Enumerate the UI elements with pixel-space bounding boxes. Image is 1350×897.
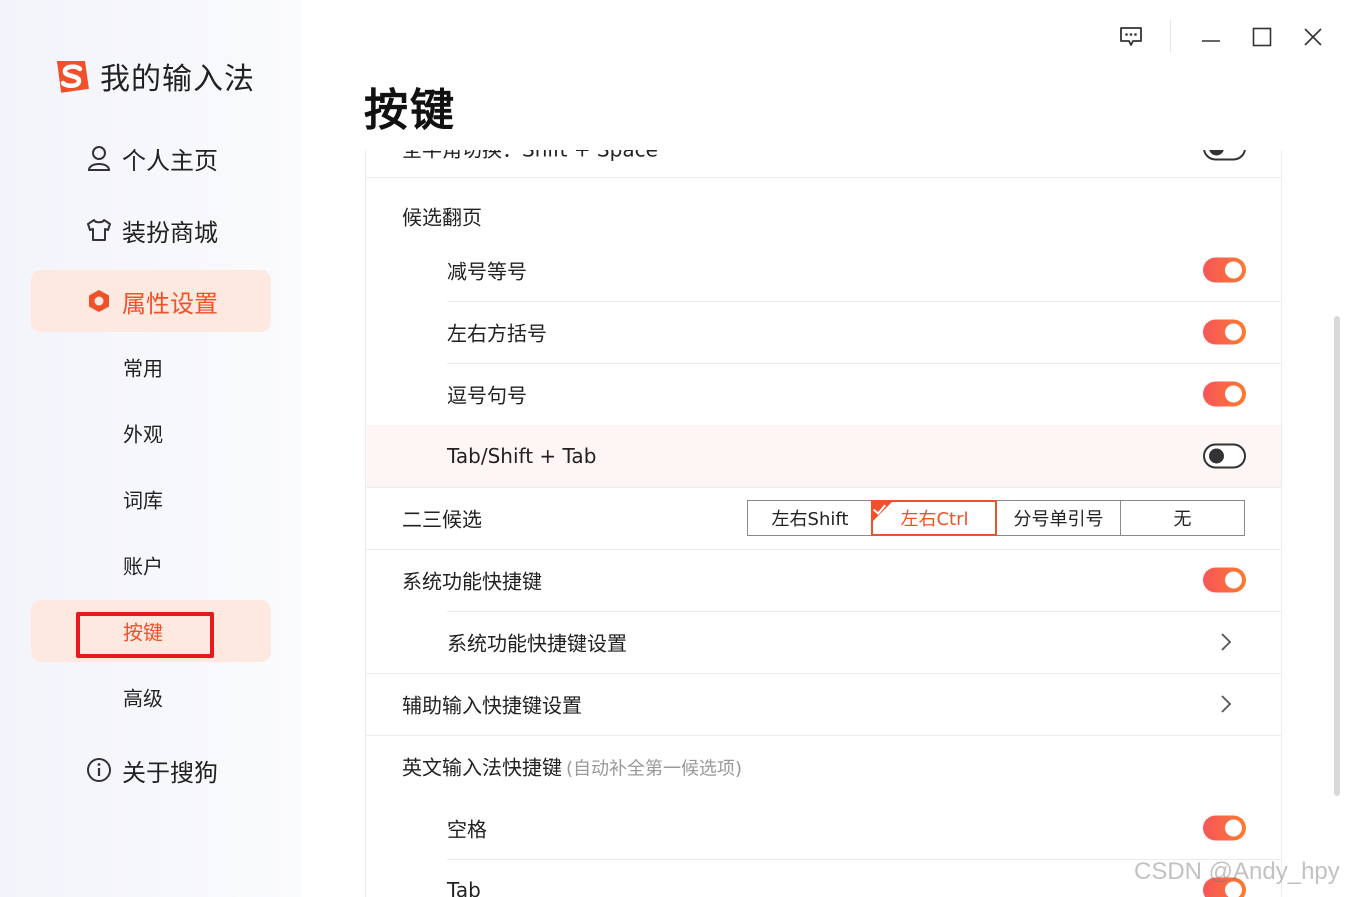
toggle-switch[interactable] xyxy=(1203,381,1246,407)
setting-label: Tab xyxy=(447,878,481,897)
toggle-switch[interactable] xyxy=(1203,567,1246,593)
subnav-item-account[interactable]: 账户 xyxy=(0,534,301,596)
user-icon xyxy=(86,145,112,171)
toolbar-divider xyxy=(1170,20,1171,52)
segment-option[interactable]: 无 xyxy=(1120,501,1244,535)
sogou-logo-icon xyxy=(56,61,89,93)
subnav-item-appearance[interactable]: 外观 xyxy=(0,402,301,464)
setting-row-brackets: 左右方括号 xyxy=(366,301,1281,363)
setting-group-page-turn: 候选翻页 xyxy=(366,188,1281,243)
subnav-item-dictionary[interactable]: 词库 xyxy=(0,468,301,530)
segment-option[interactable]: 分号单引号 xyxy=(996,501,1120,535)
feedback-icon[interactable] xyxy=(1116,22,1146,52)
toggle-switch[interactable] xyxy=(1203,257,1246,283)
shirt-icon xyxy=(86,217,112,243)
nav-item-settings[interactable]: 属性设置 xyxy=(0,270,301,332)
nav-item-about[interactable]: 关于搜狗 xyxy=(0,739,301,801)
subnav-item-keys[interactable]: 按键 xyxy=(0,600,301,662)
setting-row-second-third-candidate: 二三候选 左右Shift 左右Ctrl 分号单引号 无 xyxy=(366,487,1281,549)
setting-hint: (自动补全第一候选项) xyxy=(566,758,743,780)
nav-item-label: 装扮商城 xyxy=(122,218,218,247)
divider xyxy=(366,177,1281,178)
settings-window: 我的输入法 个人主页 装扮商城 属性设置 常用 外观 词库 账户 按键 高级 关… xyxy=(0,0,1350,897)
setting-group-label: 候选翻页 xyxy=(402,205,482,229)
subnav-item-label: 高级 xyxy=(123,686,163,711)
setting-row-fullwidth-switch: 全半角切换：Shift + Space xyxy=(366,150,1281,178)
nav-item-label: 属性设置 xyxy=(122,289,218,318)
toggle-switch[interactable] xyxy=(1203,150,1246,161)
scrollbar[interactable] xyxy=(1334,316,1340,796)
setting-row-system-hotkeys: 系统功能快捷键 xyxy=(366,549,1281,611)
setting-label: 左右方括号 xyxy=(447,321,547,346)
subnav-item-advanced[interactable]: 高级 xyxy=(0,666,301,728)
toggle-switch[interactable] xyxy=(1203,443,1246,469)
setting-label: Tab/Shift + Tab xyxy=(447,444,597,468)
close-icon[interactable] xyxy=(1299,22,1327,52)
subnav-item-label: 外观 xyxy=(123,422,163,447)
segmented-control: 左右Shift 左右Ctrl 分号单引号 无 xyxy=(747,500,1245,536)
subnav-item-label: 账户 xyxy=(123,554,163,579)
setting-label: 空格 xyxy=(447,817,487,842)
app-name: 我的输入法 xyxy=(100,62,255,97)
sidebar: 我的输入法 个人主页 装扮商城 属性设置 常用 外观 词库 账户 按键 高级 关… xyxy=(0,0,301,897)
toggle-switch[interactable] xyxy=(1203,815,1246,841)
setting-label: 二三候选 xyxy=(402,507,482,532)
setting-label: 系统功能快捷键 xyxy=(402,569,542,594)
subnav-item-label: 常用 xyxy=(123,356,163,381)
subnav-item-general[interactable]: 常用 xyxy=(0,336,301,398)
setting-row-system-hotkeys-settings[interactable]: 系统功能快捷键设置 xyxy=(366,611,1281,673)
setting-row-comma-period: 逗号句号 xyxy=(366,363,1281,425)
minimize-icon[interactable] xyxy=(1197,22,1225,52)
setting-group-label: 英文输入法快捷键 (自动补全第一候选项) xyxy=(402,752,742,781)
nav-item-profile[interactable]: 个人主页 xyxy=(0,127,301,189)
settings-panel: 全半角切换：Shift + Space 候选翻页 减号等号 左右方括号 逗号句号… xyxy=(365,150,1282,897)
setting-label: 系统功能快捷键设置 xyxy=(447,631,627,656)
setting-label: 英文输入法快捷键 xyxy=(402,755,562,780)
settings-hex-icon xyxy=(86,288,112,314)
subnav-item-label: 按键 xyxy=(123,620,163,645)
toggle-switch[interactable] xyxy=(1203,319,1246,345)
nav-item-label: 个人主页 xyxy=(122,146,218,175)
setting-label: 全半角切换：Shift + Space xyxy=(402,150,658,163)
watermark: CSDN @Andy_hpy xyxy=(1134,858,1340,885)
chevron-right-icon xyxy=(1221,695,1232,713)
setting-group-english: 英文输入法快捷键 (自动补全第一候选项) xyxy=(366,735,1281,797)
chevron-right-icon xyxy=(1221,633,1232,651)
setting-label: 辅助输入快捷键设置 xyxy=(402,693,582,718)
segment-option-selected[interactable]: 左右Ctrl xyxy=(871,500,997,536)
brand: 我的输入法 xyxy=(52,54,255,98)
setting-row-english-space: 空格 xyxy=(366,797,1281,859)
setting-row-minus-equal: 减号等号 xyxy=(366,239,1281,301)
nav-item-store[interactable]: 装扮商城 xyxy=(0,199,301,261)
setting-label: 逗号句号 xyxy=(447,383,527,408)
setting-row-tab: Tab/Shift + Tab xyxy=(366,425,1281,487)
setting-row-aux-input-hotkeys[interactable]: 辅助输入快捷键设置 xyxy=(366,673,1281,735)
page-title: 按键 xyxy=(364,85,456,136)
nav-item-label: 关于搜狗 xyxy=(122,758,218,787)
info-icon xyxy=(86,757,112,783)
setting-label: 减号等号 xyxy=(447,259,527,284)
segment-option[interactable]: 左右Shift xyxy=(748,501,872,535)
subnav-item-label: 词库 xyxy=(123,488,163,513)
maximize-icon[interactable] xyxy=(1248,22,1276,52)
